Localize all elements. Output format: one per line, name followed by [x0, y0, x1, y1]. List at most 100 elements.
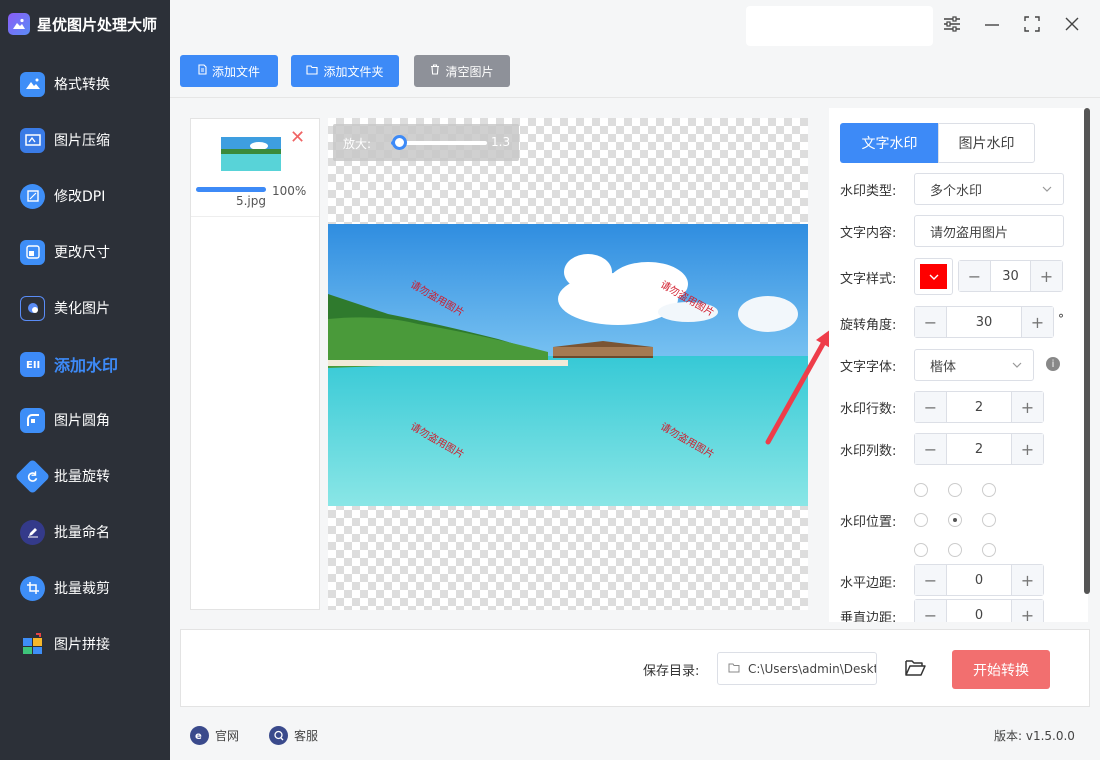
minimize-icon[interactable] [982, 14, 1002, 34]
position-radio-top-right[interactable] [982, 483, 996, 497]
sidebar-item-stitch[interactable]: 图片拼接 [0, 616, 170, 672]
settings-sliders-icon[interactable] [942, 14, 962, 34]
sidebar-item-label: 格式转换 [54, 77, 110, 93]
watermark-position-label: 水印位置: [840, 515, 897, 530]
font-size-stepper[interactable]: − 30 + [958, 260, 1063, 292]
settings-panel: 文字水印 图片水印 水印类型: 多个水印 文字内容: 请勿盗用图片 文字样式: … [829, 108, 1088, 622]
increment-button[interactable]: + [1011, 434, 1043, 464]
vertical-margin-stepper[interactable]: − 0 + [914, 599, 1044, 622]
maximize-icon[interactable] [1022, 14, 1042, 34]
sidebar-item-format-convert[interactable]: 格式转换 [0, 56, 170, 112]
decrement-button[interactable]: − [915, 434, 947, 464]
sidebar-item-label: 批量旋转 [54, 469, 110, 485]
increment-button[interactable]: + [1021, 307, 1053, 337]
save-bar: 保存目录: C:\Users\admin\Deskto 开始转换 [180, 629, 1090, 707]
increment-button[interactable]: + [1011, 600, 1043, 622]
start-convert-button[interactable]: 开始转换 [952, 650, 1050, 689]
folder-icon [728, 662, 740, 676]
close-icon[interactable] [1062, 14, 1082, 34]
sidebar-item-compress[interactable]: 图片压缩 [0, 112, 170, 168]
position-radio-center[interactable] [948, 513, 962, 527]
horizontal-margin-stepper[interactable]: − 0 + [914, 564, 1044, 596]
tab-image-watermark[interactable]: 图片水印 [938, 123, 1035, 163]
increment-button[interactable]: + [1011, 392, 1043, 422]
settings-scrollbar[interactable] [1084, 108, 1090, 594]
horizontal-margin-value: 0 [974, 572, 984, 588]
divider [170, 97, 1100, 98]
watermark-type-select[interactable]: 多个水印 [914, 173, 1064, 205]
image-convert-icon [20, 71, 45, 97]
position-radio-middle-right[interactable] [982, 513, 996, 527]
svg-text:EII: EII [26, 360, 40, 371]
position-radio-top-left[interactable] [914, 483, 928, 497]
file-name: 5.jpg [235, 194, 267, 208]
resize-icon [20, 239, 45, 265]
sidebar-nav: 格式转换 图片压缩 修改DPI 更改尺寸 美化图片 EII 添加水印 图片圆角 [0, 56, 170, 672]
start-convert-label: 开始转换 [973, 662, 1029, 679]
font-family-select[interactable]: 楷体 [914, 349, 1034, 381]
tab-text-watermark[interactable]: 文字水印 [840, 123, 939, 163]
support-label: 客服 [294, 729, 319, 743]
watermark-rows-label: 水印行数: [840, 402, 897, 417]
sidebar-item-rename[interactable]: 批量命名 [0, 504, 170, 560]
app-logo: 星优图片处理大师 [8, 10, 157, 38]
sidebar-item-dpi[interactable]: 修改DPI [0, 168, 170, 224]
compress-icon [20, 127, 45, 153]
position-radio-middle-left[interactable] [914, 513, 928, 527]
save-directory-input[interactable]: C:\Users\admin\Deskto [717, 652, 877, 685]
watermark-type-label: 水印类型: [840, 184, 897, 199]
file-progress-fill [196, 187, 266, 192]
watermark-rows-stepper[interactable]: − 2 + [914, 391, 1044, 423]
watermark-cols-label: 水印列数: [840, 444, 897, 459]
decrement-button[interactable]: − [915, 565, 947, 595]
file-progress-bar [196, 187, 266, 192]
browse-folder-icon[interactable] [905, 659, 926, 681]
info-icon[interactable]: i [1046, 357, 1060, 371]
add-file-button[interactable]: 添加文件 [180, 55, 278, 87]
watermark-icon: EII [20, 351, 45, 377]
clear-images-button[interactable]: 清空图片 [414, 55, 510, 87]
sidebar-item-resize[interactable]: 更改尺寸 [0, 224, 170, 280]
increment-button[interactable]: + [1030, 261, 1062, 291]
position-radio-bottom-center[interactable] [948, 543, 962, 557]
sidebar-item-rotate[interactable]: 批量旋转 [0, 448, 170, 504]
file-thumbnail[interactable] [221, 137, 281, 171]
font-family-value: 楷体 [930, 359, 957, 375]
remove-file-icon[interactable]: ✕ [290, 129, 305, 147]
rotation-angle-value: 30 [975, 314, 993, 330]
watermark-cols-stepper[interactable]: − 2 + [914, 433, 1044, 465]
trash-icon [430, 64, 440, 78]
support-link[interactable]: 客服 [269, 726, 318, 745]
zoom-control: 放大: 1.3 [333, 124, 519, 161]
rotation-angle-stepper[interactable]: − 30 + [914, 306, 1054, 338]
zoom-label: 放大: [343, 137, 372, 151]
website-link[interactable]: e 官网 [190, 726, 239, 745]
sidebar-item-crop[interactable]: 批量裁剪 [0, 560, 170, 616]
text-color-picker[interactable] [914, 258, 953, 295]
beautify-icon [20, 295, 45, 321]
rotation-angle-label: 旋转角度: [840, 318, 897, 333]
decrement-button[interactable]: − [915, 392, 947, 422]
sidebar-item-round-corner[interactable]: 图片圆角 [0, 392, 170, 448]
dpi-icon [20, 183, 45, 209]
file-list-panel: ✕ 100% 5.jpg [190, 118, 320, 610]
watermark-type-value: 多个水印 [930, 183, 983, 199]
sidebar-item-beautify[interactable]: 美化图片 [0, 280, 170, 336]
decrement-button[interactable]: − [915, 307, 947, 337]
add-file-label: 添加文件 [211, 64, 260, 79]
sidebar-item-label: 美化图片 [54, 301, 110, 317]
tab-label: 文字水印 [861, 136, 918, 152]
decrement-button[interactable]: − [959, 261, 991, 291]
watermark-rows-value: 2 [974, 399, 984, 415]
browser-icon: e [190, 726, 209, 745]
sidebar-item-watermark[interactable]: EII 添加水印 [0, 336, 170, 392]
text-content-input[interactable]: 请勿盗用图片 [914, 215, 1064, 247]
zoom-slider-handle[interactable] [392, 135, 407, 150]
decrement-button[interactable]: − [915, 600, 947, 622]
position-radio-bottom-right[interactable] [982, 543, 996, 557]
increment-button[interactable]: + [1011, 565, 1043, 595]
position-radio-bottom-left[interactable] [914, 543, 928, 557]
position-radio-top-center[interactable] [948, 483, 962, 497]
crop-icon [20, 575, 45, 601]
add-folder-button[interactable]: 添加文件夹 [291, 55, 399, 87]
